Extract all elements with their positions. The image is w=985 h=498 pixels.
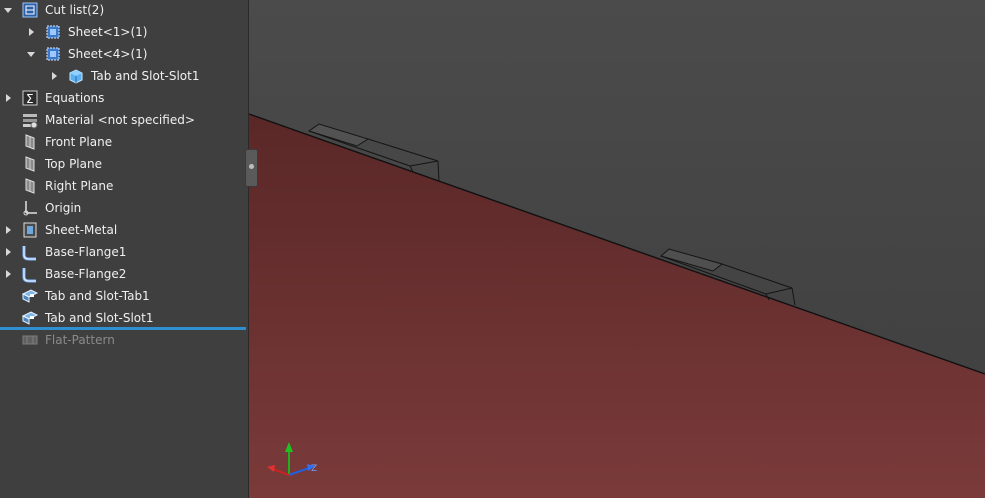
base-flange-icon [22, 268, 36, 283]
collapse-arrow-icon[interactable] [3, 5, 13, 15]
model-view: Z [249, 113, 985, 498]
tree-item-label: Sheet<1>(1) [68, 25, 148, 39]
panel-collapse-handle[interactable] [245, 149, 258, 187]
tree-item-tab-and-slot-slot1[interactable]: Tab and Slot-Slot1 [0, 307, 248, 329]
tree-item-front-plane[interactable]: Front Plane [0, 131, 248, 153]
tree-item-origin[interactable]: Origin [0, 197, 248, 219]
plane-icon [25, 156, 35, 172]
tree-item-sheet-1-1[interactable]: Sheet<1>(1) [0, 21, 248, 43]
tree-item-label: Sheet<4>(1) [68, 47, 148, 61]
tree-item-right-plane[interactable]: Right Plane [0, 175, 248, 197]
expand-arrow-icon[interactable] [3, 247, 13, 257]
tree-item-base-flange2[interactable]: Base-Flange2 [0, 263, 248, 285]
sheet-metal-part-face[interactable] [249, 114, 985, 498]
plane-icon [25, 178, 35, 194]
tab-and-slot-icon [21, 311, 39, 325]
cut-list-icon [22, 2, 38, 18]
tree-item-label: Base-Flange1 [45, 245, 127, 259]
equations-icon: Σ [22, 90, 38, 106]
tree-item-sheet-metal[interactable]: Sheet-Metal [0, 219, 248, 241]
tree-item-label: Flat-Pattern [45, 333, 115, 347]
expand-arrow-icon[interactable] [3, 269, 13, 279]
sheet-body-folder-icon [46, 47, 60, 61]
tree-item-label: Equations [45, 91, 105, 105]
expand-arrow-icon[interactable] [3, 93, 13, 103]
tree-item-base-flange1[interactable]: Base-Flange1 [0, 241, 248, 263]
tree-item-flat-pattern[interactable]: Flat-Pattern [0, 329, 248, 351]
tree-item-label: Sheet-Metal [45, 223, 118, 237]
tree-item-label: Top Plane [45, 157, 102, 171]
expand-arrow-icon[interactable] [26, 27, 36, 37]
collapse-arrow-icon[interactable] [26, 49, 36, 59]
tree-item-label: Tab and Slot-Tab1 [45, 289, 150, 303]
triad-z-label: Z [311, 464, 317, 474]
tree-item-label: Tab and Slot-Slot1 [91, 69, 200, 83]
tree-item-tab-and-slot-tab1[interactable]: Tab and Slot-Tab1 [0, 285, 248, 307]
tree-item-material-not-specified[interactable]: Material <not specified> [0, 109, 248, 131]
tab-and-slot-icon [21, 289, 39, 303]
expand-arrow-icon[interactable] [49, 71, 59, 81]
graphics-area[interactable]: Z [249, 0, 985, 498]
tree-item-label: Material <not specified> [45, 113, 195, 127]
tree-item-top-plane[interactable]: Top Plane [0, 153, 248, 175]
tree-item-cut-list-2[interactable]: Cut list(2) [0, 0, 248, 21]
rollback-bar[interactable] [0, 327, 246, 330]
plane-icon [25, 134, 35, 150]
tree-item-tab-and-slot-slot1[interactable]: Tab and Slot-Slot1 [0, 65, 248, 87]
origin-icon [23, 201, 37, 216]
tree-item-equations[interactable]: Σ Equations [0, 87, 248, 109]
tree-item-label: Front Plane [45, 135, 113, 149]
feature-manager-tree: Cut list(2) Sheet<1>(1) Sheet<4>(1) Tab and… [0, 0, 249, 498]
flat-pattern-icon [22, 335, 38, 345]
expand-arrow-icon[interactable] [3, 225, 13, 235]
tree-item-label: Base-Flange2 [45, 267, 127, 281]
tree-item-sheet-4-1[interactable]: Sheet<4>(1) [0, 43, 248, 65]
tree-item-label: Right Plane [45, 179, 114, 193]
solid-body-icon [69, 69, 83, 84]
sheet-metal-icon [23, 222, 37, 238]
tree-item-label: Origin [45, 201, 82, 215]
tree-item-label: Cut list(2) [45, 3, 105, 17]
svg-text:Σ: Σ [26, 92, 34, 106]
sheet-body-folder-icon [46, 25, 60, 39]
material-icon [23, 114, 38, 129]
base-flange-icon [22, 246, 36, 261]
tree-item-label: Tab and Slot-Slot1 [45, 311, 154, 325]
